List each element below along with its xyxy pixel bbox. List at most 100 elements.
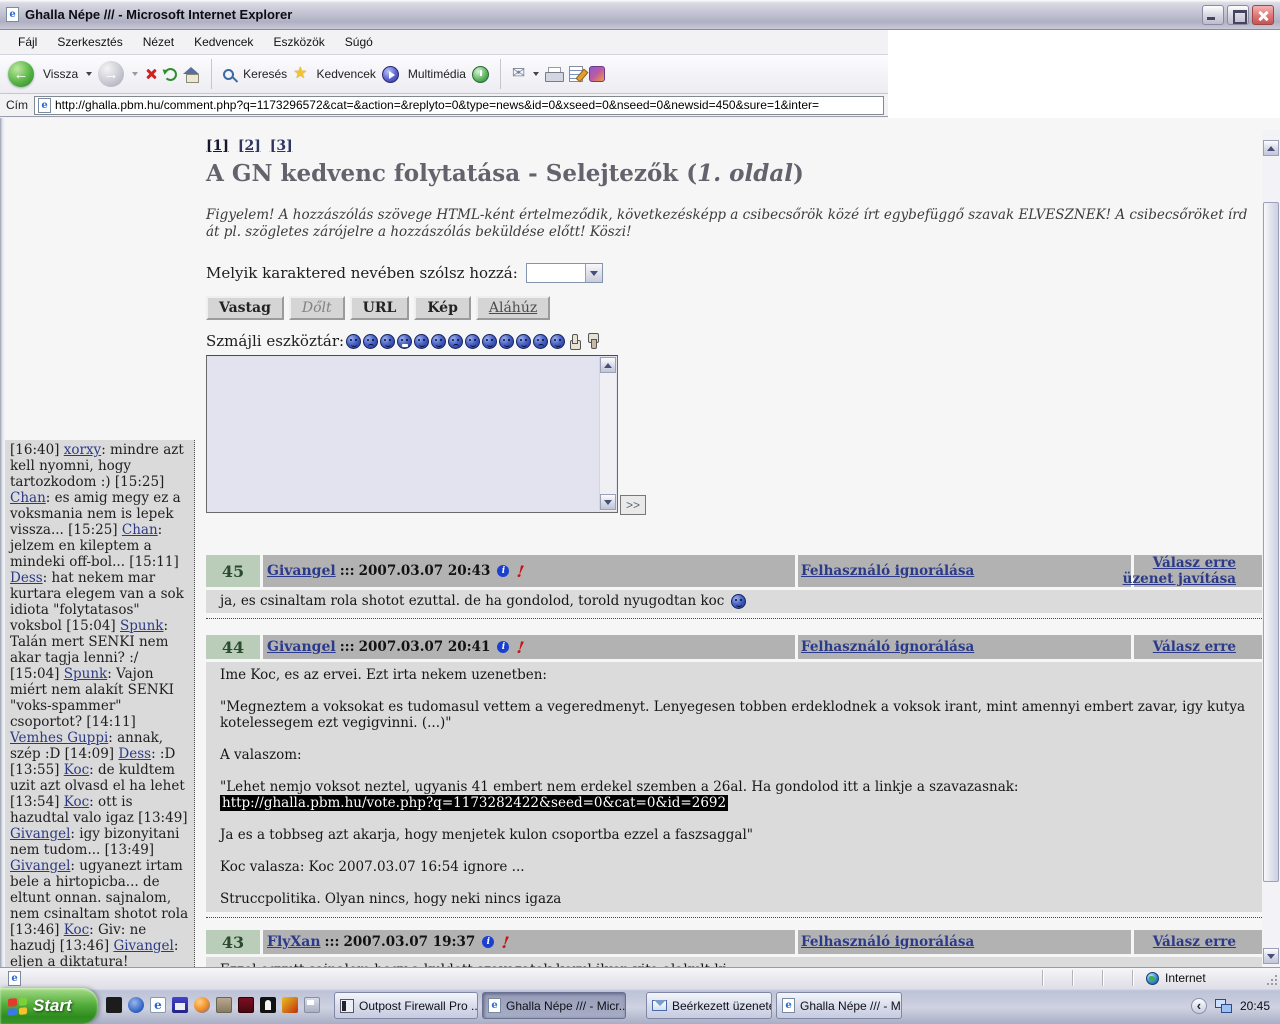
- forward-icon[interactable]: →: [98, 61, 124, 87]
- chat-username-link[interactable]: Chan: [122, 522, 158, 538]
- print-icon[interactable]: [545, 67, 563, 82]
- scrollbar-up-button[interactable]: [1263, 140, 1279, 156]
- thumb-down-icon[interactable]: [586, 334, 601, 349]
- search-label[interactable]: Keresés: [243, 67, 287, 81]
- character-select[interactable]: [526, 263, 603, 283]
- url-button[interactable]: URL: [350, 296, 410, 320]
- messenger-icon[interactable]: [589, 66, 605, 82]
- close-button[interactable]: [1252, 5, 1274, 25]
- stop-icon[interactable]: [144, 67, 158, 81]
- smiley-icon[interactable]: [414, 334, 429, 349]
- chat-username-link[interactable]: Koc: [64, 762, 89, 778]
- ignore-user-link[interactable]: Felhasználó ignorálása: [801, 639, 974, 655]
- red-app-icon[interactable]: [238, 997, 254, 1013]
- post-author-link[interactable]: Givangel: [267, 563, 336, 579]
- ignore-user-link[interactable]: Felhasználó ignorálása: [801, 934, 974, 950]
- show-desktop-icon[interactable]: [304, 997, 320, 1013]
- home-icon[interactable]: [183, 67, 200, 82]
- media-icon[interactable]: [382, 66, 399, 83]
- figure-app-icon[interactable]: [260, 997, 276, 1013]
- chat-username-link[interactable]: xorxy: [64, 442, 101, 458]
- menu-view[interactable]: Nézet: [133, 31, 184, 53]
- smiley-icon[interactable]: [431, 334, 446, 349]
- menu-help[interactable]: Súgó: [335, 31, 383, 53]
- page-link-2[interactable]: [2]: [238, 138, 261, 154]
- start-button[interactable]: Start: [0, 988, 98, 1024]
- search-icon[interactable]: [223, 69, 234, 80]
- chat-username-link[interactable]: Givangel: [113, 938, 173, 954]
- resize-grip[interactable]: [1275, 983, 1277, 985]
- smiley-sad-icon[interactable]: [448, 334, 463, 349]
- chat-username-link[interactable]: Koc: [64, 794, 89, 810]
- back-label[interactable]: Vissza: [43, 67, 78, 81]
- reply-link[interactable]: Válasz erre: [1153, 934, 1236, 950]
- network-icon[interactable]: [1215, 999, 1232, 1013]
- chat-username-link[interactable]: Spunk: [120, 618, 163, 634]
- smiley-icon[interactable]: [550, 334, 565, 349]
- smiley-icon[interactable]: [516, 334, 531, 349]
- mail-dropdown-icon[interactable]: [533, 72, 539, 76]
- menu-favorites[interactable]: Kedvencek: [184, 31, 263, 53]
- taskbar-button-ghalla-active[interactable]: Ghalla Népe /// - Micr...: [482, 992, 626, 1019]
- taskbar-button-outpost[interactable]: Outpost Firewall Pro ...: [334, 992, 478, 1019]
- page-link-1[interactable]: [1]: [206, 138, 229, 154]
- internet-explorer-icon[interactable]: [150, 997, 166, 1013]
- black-app-icon[interactable]: [106, 997, 122, 1013]
- address-field[interactable]: [34, 96, 884, 115]
- page-link-3[interactable]: [3]: [270, 138, 293, 154]
- scroll-up-icon[interactable]: [600, 357, 616, 373]
- thumb-up-icon[interactable]: [568, 334, 583, 349]
- submit-button[interactable]: >>: [620, 495, 646, 515]
- mail-icon[interactable]: ✉: [512, 66, 525, 82]
- smiley-icon[interactable]: [346, 334, 361, 349]
- taskbar-button-ghalla-2[interactable]: Ghalla Népe /// - Micr...: [776, 992, 902, 1019]
- post-author-link[interactable]: FlyXan: [267, 934, 321, 950]
- maximize-button[interactable]: [1227, 5, 1249, 25]
- menu-file[interactable]: Fájl: [8, 31, 47, 53]
- bold-button[interactable]: Vastag: [206, 296, 284, 320]
- swirl-app-icon[interactable]: [128, 997, 144, 1013]
- smiley-grin-icon[interactable]: [397, 334, 412, 349]
- chat-username-link[interactable]: Spunk: [64, 666, 107, 682]
- media-label[interactable]: Multimédia: [408, 67, 466, 81]
- media-player-icon[interactable]: [194, 997, 210, 1013]
- favorites-label[interactable]: Kedvencek: [317, 67, 376, 81]
- page-scrollbar[interactable]: [1262, 130, 1280, 967]
- camera-app-icon[interactable]: [216, 997, 232, 1013]
- chat-username-link[interactable]: Vemhes Guppi: [10, 730, 108, 746]
- reply-link[interactable]: Válasz erre: [1153, 555, 1236, 571]
- smiley-sad-icon[interactable]: [363, 334, 378, 349]
- scrollbar-down-button[interactable]: [1263, 948, 1279, 964]
- floppy-app-icon[interactable]: [172, 997, 188, 1013]
- info-icon[interactable]: [497, 641, 509, 653]
- favorites-star-icon[interactable]: ★: [293, 66, 307, 82]
- back-icon[interactable]: ←: [8, 61, 34, 87]
- back-dropdown-icon[interactable]: [86, 72, 92, 76]
- address-input[interactable]: [55, 97, 880, 113]
- forward-dropdown-icon[interactable]: [132, 72, 138, 76]
- chat-username-link[interactable]: Givangel: [10, 858, 70, 874]
- refresh-icon[interactable]: [164, 68, 177, 81]
- chat-username-link[interactable]: Dess: [118, 746, 151, 762]
- info-icon[interactable]: [482, 936, 494, 948]
- taskbar-button-inbox[interactable]: Beérkezett üzenetek ...: [646, 992, 772, 1019]
- menu-tools[interactable]: Eszközök: [263, 31, 334, 53]
- chat-username-link[interactable]: Chan: [10, 490, 46, 506]
- post-author-link[interactable]: Givangel: [267, 639, 336, 655]
- smiley-icon[interactable]: [499, 334, 514, 349]
- smiley-sad-icon[interactable]: [533, 334, 548, 349]
- edit-message-link[interactable]: üzenet javítása: [1123, 571, 1236, 587]
- minimize-button[interactable]: [1202, 5, 1224, 25]
- underline-button[interactable]: Aláhúz: [476, 296, 550, 320]
- winamp-app-icon[interactable]: [282, 997, 298, 1013]
- chat-username-link[interactable]: Dess: [10, 570, 43, 586]
- scrollbar-thumb[interactable]: [1263, 202, 1279, 882]
- image-button[interactable]: Kép: [414, 296, 471, 320]
- reply-link[interactable]: Válasz erre: [1153, 639, 1236, 655]
- chat-username-link[interactable]: Koc: [64, 922, 89, 938]
- italic-button[interactable]: Dőlt: [289, 296, 345, 320]
- smiley-icon[interactable]: [380, 334, 395, 349]
- ignore-user-link[interactable]: Felhasználó ignorálása: [801, 563, 974, 579]
- textarea-scrollbar[interactable]: [599, 357, 616, 511]
- smiley-icon[interactable]: [482, 334, 497, 349]
